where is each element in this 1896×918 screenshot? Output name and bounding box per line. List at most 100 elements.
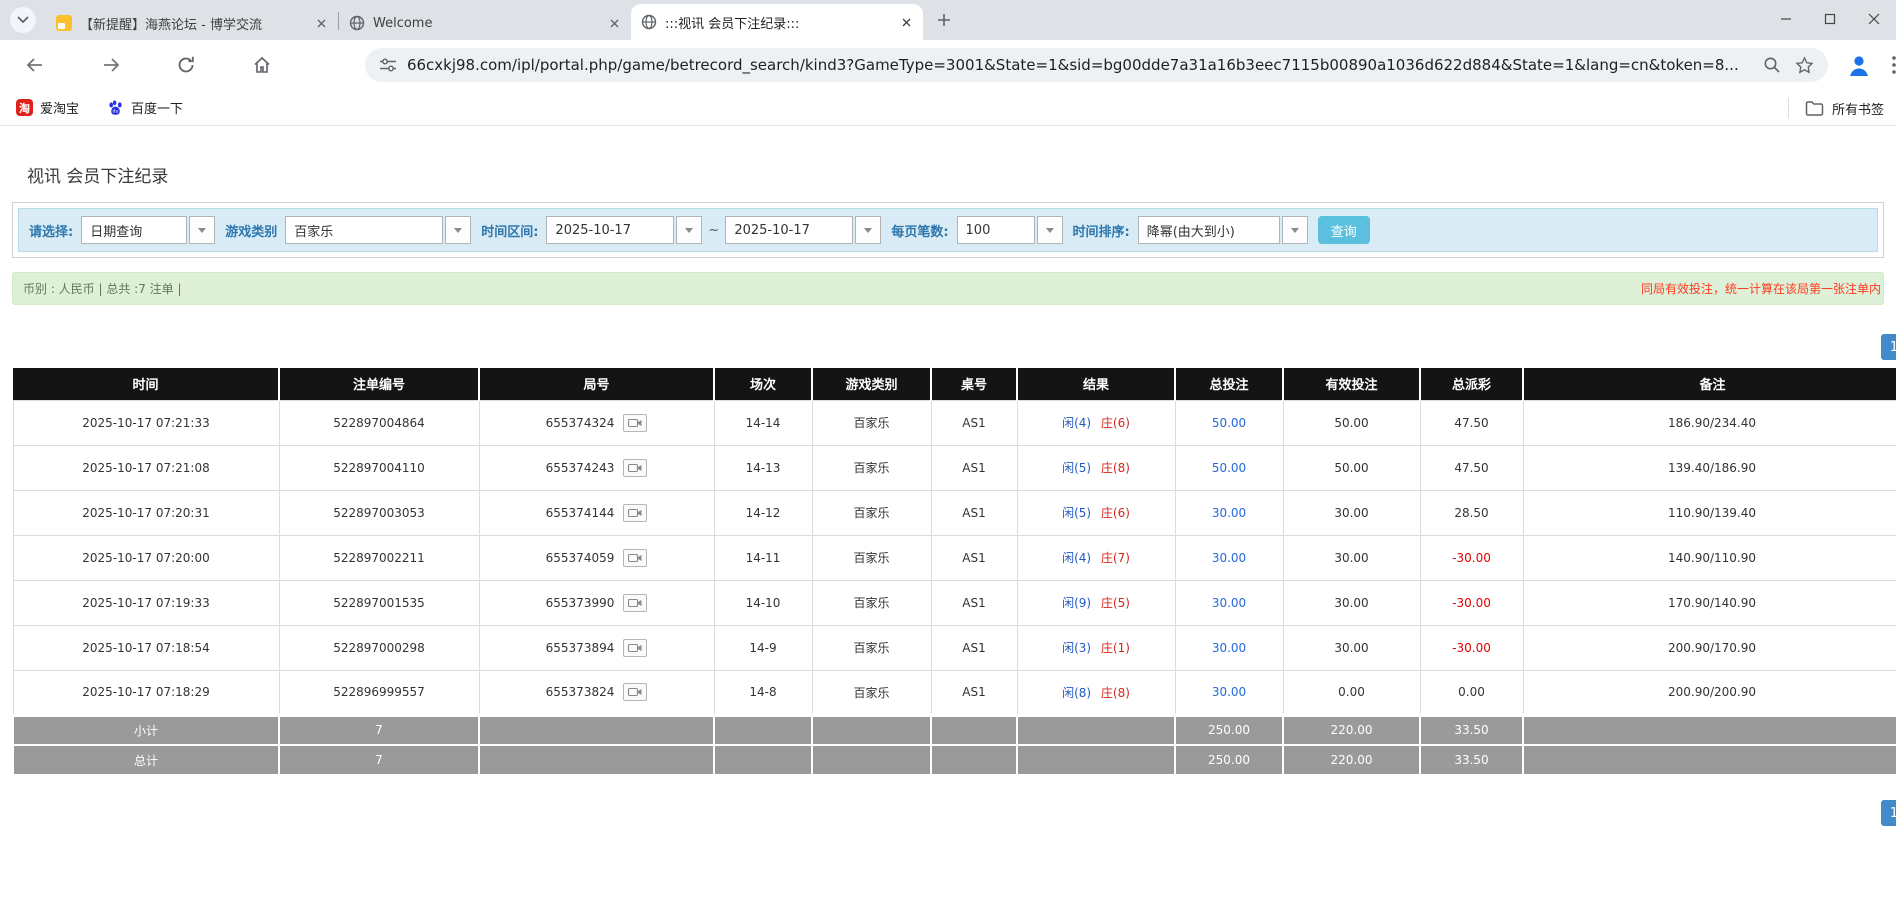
page-title: 视讯 会员下注纪录 [27, 162, 168, 187]
query-mode-select[interactable]: 日期查询 [81, 216, 215, 244]
total-bet-link[interactable]: 30.00 [1212, 685, 1246, 699]
dropdown-arrow-icon[interactable] [189, 216, 215, 244]
col-header-total-bet: 总投注 [1175, 368, 1283, 400]
cell-valid-bet: 30.00 [1283, 580, 1420, 625]
browser-tab-active[interactable]: :::视讯 会员下注纪录::: [631, 4, 923, 40]
cell-session: 14-14 [714, 400, 812, 445]
window-maximize-button[interactable] [1808, 0, 1852, 38]
bet-records-table: 时间 注单编号 局号 场次 游戏类别 桌号 结果 总投注 有效投注 总派彩 备注… [12, 368, 1896, 776]
result-banker: 庄(6) [1101, 506, 1130, 520]
search-button[interactable]: 查询 [1318, 216, 1370, 244]
result-player: 闲(4) [1062, 416, 1091, 430]
total-bet-link[interactable]: 30.00 [1212, 551, 1246, 565]
page-size-value[interactable]: 100 [957, 216, 1035, 244]
tab-search-button[interactable] [10, 7, 36, 33]
bookmark-baidu[interactable]: du 百度一下 [107, 98, 183, 117]
browser-tab-2[interactable]: Welcome [339, 6, 631, 40]
dropdown-arrow-icon[interactable] [1037, 216, 1063, 244]
total-bet-link[interactable]: 50.00 [1212, 461, 1246, 475]
total-bet-link[interactable]: 30.00 [1212, 641, 1246, 655]
date-to-select[interactable]: 2025-10-17 [725, 216, 881, 244]
cell-note: 140.90/110.90 [1523, 535, 1896, 580]
back-button[interactable] [22, 52, 48, 78]
cell-valid-bet: 30.00 [1283, 490, 1420, 535]
all-bookmarks[interactable]: 所有书签 [1788, 90, 1884, 126]
query-mode-value[interactable]: 日期查询 [81, 216, 187, 244]
total-label: 总计 [13, 745, 279, 775]
cell-bet-id: 522897000298 [279, 625, 479, 670]
round-id: 655374144 [546, 506, 615, 520]
folder-icon [1805, 100, 1824, 116]
profile-avatar[interactable] [1846, 52, 1872, 78]
page-size-select[interactable]: 100 [957, 216, 1063, 244]
round-snapshot-icon[interactable] [623, 639, 647, 657]
tab-close-icon[interactable] [897, 13, 915, 31]
dropdown-arrow-icon[interactable] [1282, 216, 1308, 244]
round-snapshot-icon[interactable] [623, 504, 647, 522]
date-from-value[interactable]: 2025-10-17 [546, 216, 674, 244]
table-header-row: 时间 注单编号 局号 场次 游戏类别 桌号 结果 总投注 有效投注 总派彩 备注 [13, 368, 1896, 400]
cell-time: 2025-10-17 07:20:31 [13, 490, 279, 535]
url-text[interactable]: 66cxkj98.com/ipl/portal.php/game/betreco… [407, 56, 1749, 74]
filter-bar: 请选择: 日期查询 游戏类别 百家乐 时间区间: 2025-10-17 ~ 20… [18, 208, 1878, 252]
dropdown-arrow-icon[interactable] [445, 216, 471, 244]
time-sort-select[interactable]: 降幂(由大到小) [1138, 216, 1308, 244]
cell-round: 655373824 [479, 670, 714, 715]
browser-tab-1[interactable]: 【新提醒】海燕论坛 - 博学交流 [46, 6, 338, 40]
refresh-icon [176, 55, 196, 75]
address-bar[interactable]: 66cxkj98.com/ipl/portal.php/game/betreco… [365, 48, 1828, 82]
range-tilde: ~ [708, 223, 719, 238]
game-type-value[interactable]: 百家乐 [285, 216, 443, 244]
dropdown-arrow-icon[interactable] [676, 216, 702, 244]
zoom-page-icon[interactable] [1763, 56, 1781, 74]
tab-close-icon[interactable] [605, 14, 623, 32]
site-settings-tune-icon[interactable] [379, 57, 397, 73]
round-snapshot-icon[interactable] [623, 459, 647, 477]
cell-session: 14-8 [714, 670, 812, 715]
date-from-select[interactable]: 2025-10-17 [546, 216, 702, 244]
date-to-value[interactable]: 2025-10-17 [725, 216, 853, 244]
round-snapshot-icon[interactable] [623, 683, 647, 701]
round-snapshot-icon[interactable] [623, 414, 647, 432]
bookmark-taobao[interactable]: 淘 爱淘宝 [16, 98, 79, 117]
round-snapshot-icon[interactable] [623, 549, 647, 567]
total-payout: 33.50 [1420, 745, 1523, 775]
cell-table: AS1 [931, 400, 1017, 445]
cell-round: 655374324 [479, 400, 714, 445]
cell-time: 2025-10-17 07:20:00 [13, 535, 279, 580]
total-bet-link[interactable]: 30.00 [1212, 506, 1246, 520]
home-button[interactable] [249, 52, 275, 78]
round-id: 655374059 [546, 551, 615, 565]
browser-menu-button[interactable] [1892, 56, 1896, 74]
col-header-valid-bet: 有效投注 [1283, 368, 1420, 400]
browser-toolbar: 66cxkj98.com/ipl/portal.php/game/betreco… [0, 40, 1896, 90]
empty-cell [1523, 745, 1896, 775]
total-bet-link[interactable]: 30.00 [1212, 596, 1246, 610]
window-close-button[interactable] [1852, 0, 1896, 38]
empty-cell [931, 745, 1017, 775]
table-row: 2025-10-17 07:20:31 522897003053 6553741… [13, 490, 1896, 535]
pagination-page-button-bottom[interactable]: 1 [1881, 800, 1896, 826]
pagination-page-button-top[interactable]: 1 [1881, 334, 1896, 360]
forward-button[interactable] [98, 52, 124, 78]
col-header-result: 结果 [1017, 368, 1175, 400]
dropdown-arrow-icon[interactable] [855, 216, 881, 244]
plus-icon [937, 13, 951, 27]
cell-game-type: 百家乐 [812, 580, 931, 625]
round-snapshot-icon[interactable] [623, 594, 647, 612]
cell-valid-bet: 30.00 [1283, 625, 1420, 670]
cell-payout: -30.00 [1420, 580, 1523, 625]
page-size-label: 每页笔数: [891, 221, 948, 240]
game-type-select[interactable]: 百家乐 [285, 216, 471, 244]
time-sort-value[interactable]: 降幂(由大到小) [1138, 216, 1280, 244]
bookmarks-bar: 淘 爱淘宝 du 百度一下 所有书签 [0, 90, 1896, 126]
result-player: 闲(8) [1062, 686, 1091, 700]
window-minimize-button[interactable] [1764, 0, 1808, 38]
tab-close-icon[interactable] [312, 14, 330, 32]
new-tab-button[interactable] [931, 7, 957, 33]
total-bet-link[interactable]: 50.00 [1212, 416, 1246, 430]
refresh-button[interactable] [173, 52, 199, 78]
cell-note: 110.90/139.40 [1523, 490, 1896, 535]
cell-round: 655374243 [479, 445, 714, 490]
bookmark-star-icon[interactable] [1795, 56, 1814, 75]
